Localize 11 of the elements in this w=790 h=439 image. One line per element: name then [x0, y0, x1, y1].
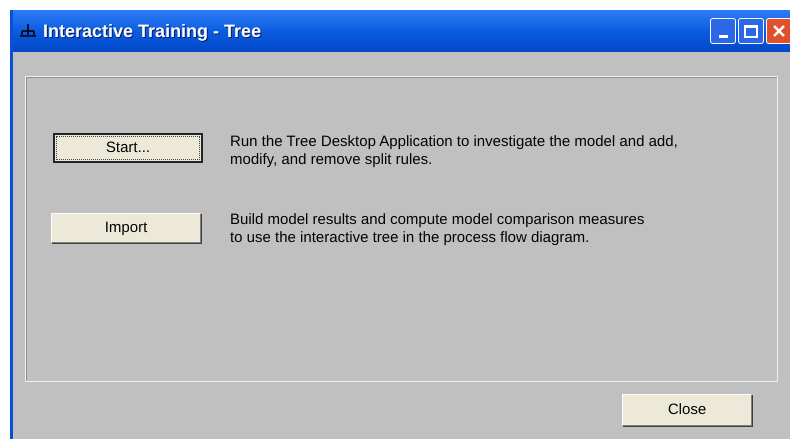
action-button[interactable]: Import [51, 213, 201, 243]
description-text: Run the Tree Desktop Application to investigate the model and add, modify, and remove split rules. [230, 133, 678, 169]
minimize-button[interactable] [710, 18, 736, 44]
close-icon [772, 24, 786, 38]
close-dialog-button[interactable]: Close [622, 394, 752, 426]
maximize-button[interactable] [738, 18, 764, 44]
tree-icon [19, 23, 37, 39]
action-button[interactable]: Start... [53, 133, 203, 163]
window-title: Interactive Training - Tree [43, 20, 262, 43]
close-button[interactable] [766, 18, 790, 44]
description-text: Build model results and compute model comparison measures to use the interactive tree in the process flow diagram. [230, 211, 644, 247]
